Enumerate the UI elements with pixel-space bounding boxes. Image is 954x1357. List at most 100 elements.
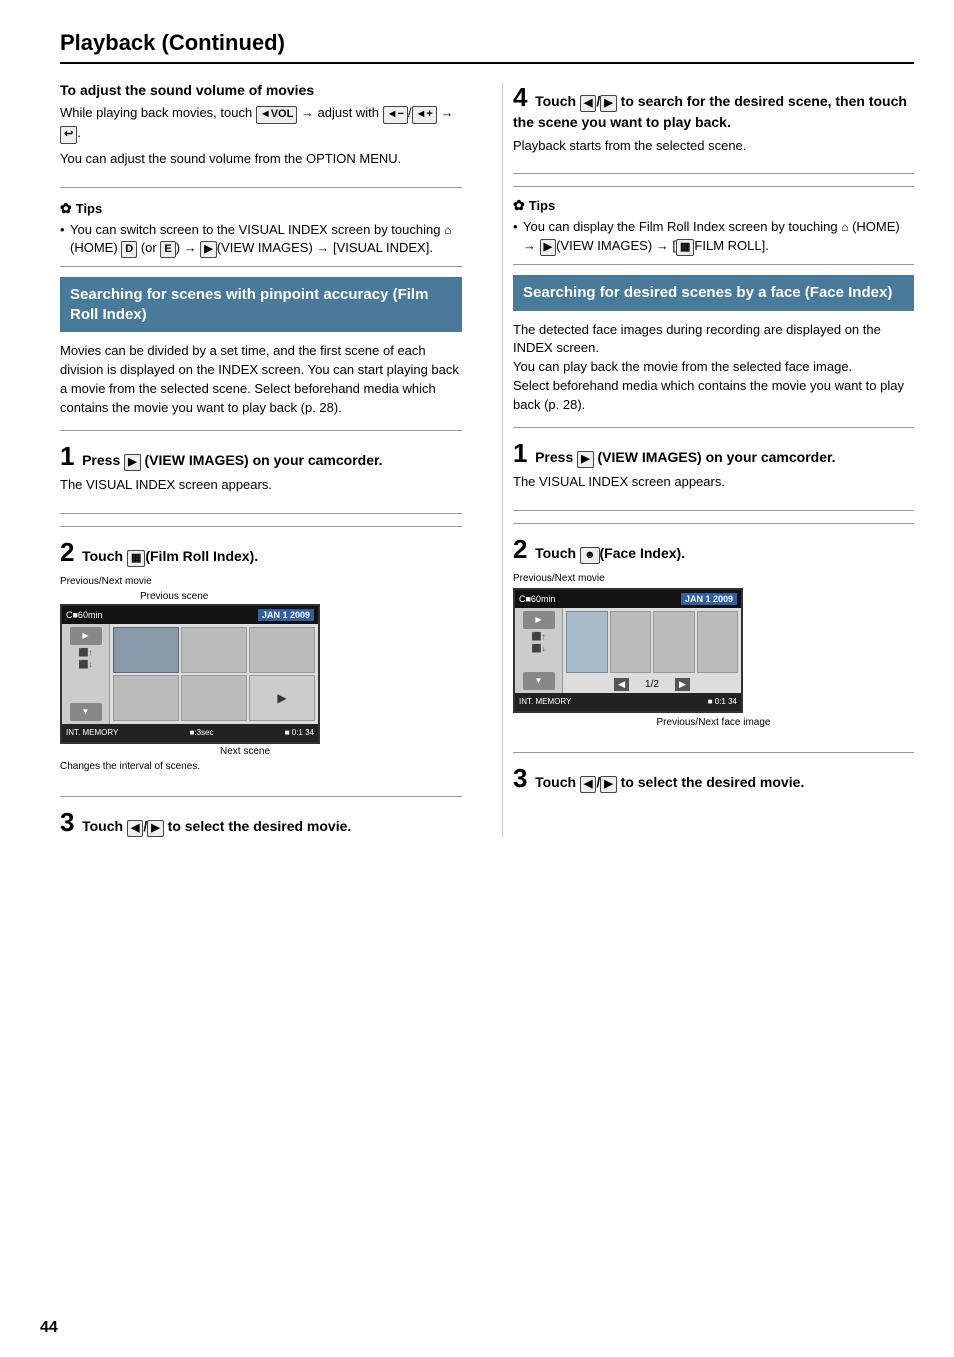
cam-cell-arrow: ▶ [249,675,315,721]
cam-top-bar: C■60min JAN 1 2009 [62,606,318,624]
view-icon-2: ▶ [540,239,556,256]
face-cell-4 [697,611,739,673]
face-cam-battery: C■60min [519,594,555,604]
prev-next-movie-label: Previous/Next movie [60,576,462,587]
face-cam-sidebar: ▶ ⬛↑ ⬛↓ ▼ [515,608,563,693]
prev-next-face-label: Previous/Next face image [513,717,914,728]
right-step-4-number: 4 [513,82,527,112]
prev-btn-3r: ◀ [580,776,596,793]
cam-cell-3 [249,627,315,673]
cam-interval-icon: ■:3sec [190,728,214,737]
right-step-1-header: 1 Press ▶ (VIEW IMAGES) on your camcorde… [513,438,914,469]
hr-3 [60,796,462,797]
film-roll-box: Searching for scenes with pinpoint accur… [60,277,462,332]
face-btn-bottom: ▼ [523,672,555,690]
d-icon: D [121,241,137,258]
prev-btn-3l: ◀ [127,820,143,837]
vol-icon: ◄VOL [256,106,298,124]
cam-screen-face: C■60min JAN 1 2009 ▶ ⬛↑ ⬛↓ ▼ [513,588,743,713]
next-scene-label: Next scene [220,746,270,757]
face-cell-3 [653,611,695,673]
volume-body2: You can adjust the sound volume from the… [60,150,462,169]
face-btn-top: ▶ [523,611,555,629]
right-step-1-desc: The VISUAL INDEX screen appears. [513,473,914,492]
left-step-3-number: 3 [60,807,74,837]
plus-icon: ◄+ [412,106,437,124]
face-page-info: 1/2 [645,679,659,690]
right-step-2-header: 2 Touch ☻(Face Index). [513,534,914,565]
face-cell-1 [566,611,608,673]
tips-list-2: You can display the Film Roll Index scre… [513,218,914,256]
left-step-1-desc: The VISUAL INDEX screen appears. [60,476,462,495]
tips-icon-2: ✿ [513,197,525,214]
face-prev-next-label: Previous/Next movie [513,573,914,584]
cam-content: ▶ ⬛↑ ⬛↓ ▼ [62,624,318,724]
hr-r2 [513,427,914,428]
tips-item-1: You can switch screen to the VISUAL INDE… [60,221,462,259]
face-cam-top-bar: C■60min JAN 1 2009 [515,590,741,608]
hr-r4 [513,752,914,753]
hr-r3 [513,523,914,524]
tips-block-2: ✿ Tips You can display the Film Roll Ind… [513,197,914,265]
left-step-3: 3 Touch ◀/▶ to select the desired movie. [60,807,462,838]
face-next-arrow: ▶ [675,678,690,691]
face-cam-memory: INT. MEMORY [519,697,571,706]
left-step-2-number: 2 [60,537,74,567]
tips-block-1: ✿ Tips You can switch screen to the VISU… [60,200,462,268]
hr-r1 [513,186,914,187]
cam-grid-area: ▶ [110,624,318,724]
right-step-4-desc: Playback starts from the selected scene. [513,137,914,156]
left-step-1-text: Press ▶ (VIEW IMAGES) on your camcorder. [82,452,382,468]
cam-bottom-bar: INT. MEMORY ■:3sec ■ 0:1 34 [62,724,318,742]
left-column: To adjust the sound volume of movies Whi… [60,82,472,838]
changes-label: Changes the interval of scenes. [60,761,200,772]
cam-cell-1 [113,627,179,673]
cam-cell-4 [113,675,179,721]
view-btn-r1: ▶ [577,451,593,468]
face-index-box: Searching for desired scenes by a face (… [513,275,914,311]
cam-cell-2 [181,627,247,673]
volume-body: While playing back movies, touch ◄VOL → … [60,104,462,144]
prev-scene-label: Previous scene [140,591,208,602]
right-step-2-text: Touch ☻(Face Index). [535,545,685,561]
cam-memory: INT. MEMORY [66,728,118,737]
filmroll-icon-2: ▦ [676,239,694,256]
tips-heading-2: ✿ Tips [513,197,914,214]
cam-cell-5 [181,675,247,721]
right-step-1: 1 Press ▶ (VIEW IMAGES) on your camcorde… [513,438,914,511]
tips-item-2: You can display the Film Roll Index scre… [513,218,914,256]
right-step-4-text: Touch ◀/▶ to search for the desired scen… [513,93,907,130]
next-btn-4r: ▶ [600,95,616,112]
cam-screen-section: Previous/Next movie Previous scene C■60m… [60,576,462,772]
face-cell-2 [610,611,652,673]
face-nav-bar: ◀ 1/2 ▶ [563,676,741,693]
left-step-3-text: Touch ◀/▶ to select the desired movie. [82,818,351,834]
tips-list-1: You can switch screen to the VISUAL INDE… [60,221,462,259]
home-icon-1: ⌂ [444,223,451,237]
tips-icon-1: ✿ [60,200,72,217]
filmroll-icon: ▦ [127,550,145,567]
next-btn-3r: ▶ [600,776,616,793]
cam-sidebar-icon: ⬛↑ [79,648,93,657]
hr-2 [60,526,462,527]
right-step-2: 2 Touch ☻(Face Index). Previous/Next mov… [513,534,914,740]
right-step-1-text: Press ▶ (VIEW IMAGES) on your camcorder. [535,449,835,465]
page-title: Playback (Continued) [60,30,914,64]
view-btn-1: ▶ [124,454,140,471]
right-step-4: 4 Touch ◀/▶ to search for the desired sc… [513,82,914,174]
face-sidebar-icon: ⬛↑ [532,632,546,641]
face-index-body: The detected face images during recordin… [513,321,914,415]
view-icon-1: ▶ [200,241,216,258]
cam-btn-top: ▶ [70,627,102,645]
left-step-2-text: Touch ▦(Film Roll Index). [82,548,258,564]
cam-screen-film: C■60min JAN 1 2009 ▶ ⬛↑ ⬛↓ ▼ [60,604,320,744]
face-sidebar-icon2: ⬛↓ [532,644,546,653]
right-step-3: 3 Touch ◀/▶ to select the desired movie. [513,763,914,794]
face-cam-section: Previous/Next movie C■60min JAN 1 2009 ▶… [513,573,914,728]
cam-sidebar-icon2: ⬛↓ [79,660,93,669]
prev-btn-4r: ◀ [580,95,596,112]
face-prev-arrow: ◀ [614,678,629,691]
home-icon-2: ⌂ [841,220,848,234]
face-cam-bottom-bar: INT. MEMORY ■ 0:1 34 [515,693,741,711]
next-btn-3l: ▶ [147,820,163,837]
